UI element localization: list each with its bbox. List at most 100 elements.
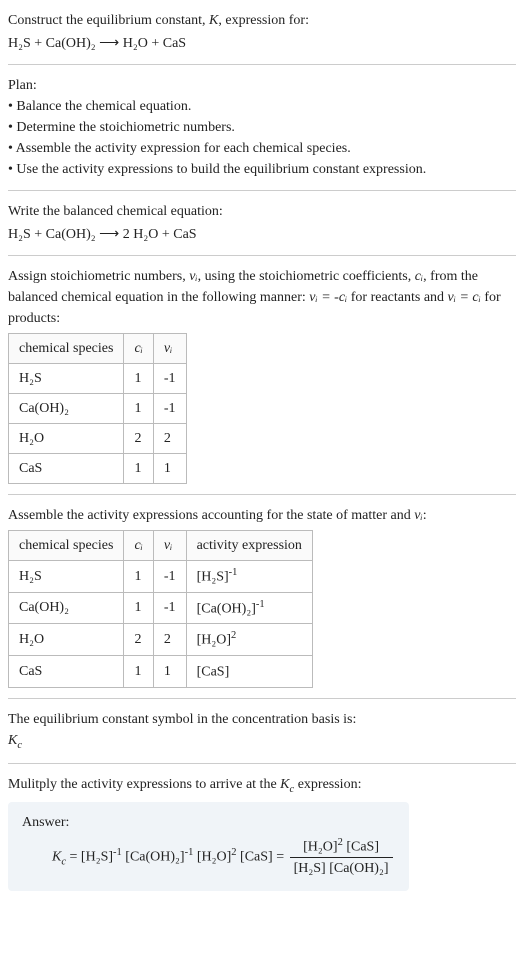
fraction-den: [H₂S] [Ca(OH)₂] [290, 858, 393, 879]
table-row: H₂S 1 -1 [9, 364, 187, 394]
f4: [CaS] [240, 849, 273, 864]
cell-ci: 2 [124, 424, 153, 454]
cell-ci: 1 [124, 364, 153, 394]
cell-activity: [H₂S]-1 [186, 561, 312, 593]
cell-vi: 2 [153, 624, 186, 656]
intro-eq-rhs: H₂O + CaS [123, 36, 186, 51]
answer-label: Answer: [22, 812, 395, 833]
col-ci: cᵢ [124, 531, 153, 561]
table-header-row: chemical species cᵢ νᵢ activity expressi… [9, 531, 313, 561]
plan-bullet-3: • Assemble the activity expression for e… [8, 138, 516, 159]
act-exp: -1 [256, 599, 265, 610]
act-base: [H₂O] [197, 633, 231, 648]
plan-heading: Plan: [8, 75, 516, 96]
intro-eq-lhs: H₂S + Ca(OH)₂ [8, 36, 96, 51]
act-base: [H₂S] [197, 570, 229, 585]
divider [8, 494, 516, 495]
cell-species: H₂S [9, 561, 124, 593]
intro-line: Construct the equilibrium constant, K, e… [8, 10, 516, 31]
fraction-num: [H₂O]2 [CaS] [290, 835, 393, 859]
assign-a: Assign stoichiometric numbers, [8, 269, 189, 284]
arrow-icon: ⟶ [99, 36, 119, 51]
assign-b: , using the stoichiometric coefficients, [198, 269, 415, 284]
kc-k: K [280, 777, 289, 792]
num-a: [H₂O] [303, 839, 337, 854]
col-activity: activity expression [186, 531, 312, 561]
kc-k: K [8, 733, 17, 748]
table-row: H₂S 1 -1 [H₂S]-1 [9, 561, 313, 593]
cell-species: Ca(OH)₂ [9, 394, 124, 424]
final-b: expression: [294, 777, 361, 792]
num-b: [CaS] [343, 839, 379, 854]
cell-ci: 1 [124, 592, 153, 624]
intro-K: K [209, 13, 218, 28]
cell-vi: -1 [153, 364, 186, 394]
fraction: [H₂O]2 [CaS] [H₂S] [Ca(OH)₂] [290, 835, 393, 880]
cell-activity: [CaS] [186, 655, 312, 687]
answer-box: Answer: Kc = [H₂S]-1 [Ca(OH)₂]-1 [H₂O]2 … [8, 802, 409, 892]
f3-exp: 2 [231, 847, 236, 858]
cell-vi: -1 [153, 394, 186, 424]
kc-k: K [52, 849, 61, 864]
assemble-b: : [423, 508, 427, 523]
cell-species: CaS [9, 655, 124, 687]
table-row: CaS 1 1 [9, 454, 187, 484]
cell-vi: -1 [153, 561, 186, 593]
final-heading: Mulitply the activity expressions to arr… [8, 774, 516, 798]
final-a: Mulitply the activity expressions to arr… [8, 777, 280, 792]
cell-species: Ca(OH)₂ [9, 592, 124, 624]
assemble-a: Assemble the activity expressions accoun… [8, 508, 414, 523]
table-header-row: chemical species cᵢ νᵢ [9, 334, 187, 364]
balanced-equation: H₂S + Ca(OH)₂ ⟶ 2 H₂O + CaS [8, 224, 516, 245]
symbol-line: The equilibrium constant symbol in the c… [8, 709, 516, 730]
plan-bullet-1: • Balance the chemical equation. [8, 96, 516, 117]
divider [8, 698, 516, 699]
rel1: νᵢ = -cᵢ [309, 290, 347, 305]
act-exp: -1 [229, 567, 238, 578]
intro-equation: H₂S + Ca(OH)₂ ⟶ H₂O + CaS [8, 33, 516, 54]
table-row: Ca(OH)₂ 1 -1 [9, 394, 187, 424]
assign-text: Assign stoichiometric numbers, νᵢ, using… [8, 266, 516, 329]
cell-ci: 1 [124, 454, 153, 484]
table-row: H₂O 2 2 [H₂O]2 [9, 624, 313, 656]
balanced-rhs: 2 H₂O + CaS [123, 227, 197, 242]
table-row: H₂O 2 2 [9, 424, 187, 454]
arrow-icon: ⟶ [99, 227, 119, 242]
balanced-heading: Write the balanced chemical equation: [8, 201, 516, 222]
kc-symbol: Kc [8, 730, 516, 754]
col-ci: cᵢ [124, 334, 153, 364]
cell-ci: 1 [124, 655, 153, 687]
act-base: [Ca(OH)₂] [197, 601, 256, 616]
cell-ci: 1 [124, 561, 153, 593]
f2: [Ca(OH)₂] [125, 849, 184, 864]
act-exp: 2 [231, 630, 236, 641]
activity-table: chemical species cᵢ νᵢ activity expressi… [8, 530, 313, 688]
cell-species: H₂O [9, 424, 124, 454]
intro-text-b: , expression for: [218, 13, 309, 28]
divider [8, 64, 516, 65]
act-base: [CaS] [197, 665, 230, 680]
table-row: CaS 1 1 [CaS] [9, 655, 313, 687]
cell-species: H₂O [9, 624, 124, 656]
col-vi: νᵢ [153, 531, 186, 561]
f2-exp: -1 [185, 847, 194, 858]
c-i: cᵢ [415, 269, 423, 284]
f1: [H₂S] [81, 849, 113, 864]
divider [8, 190, 516, 191]
col-species: chemical species [9, 531, 124, 561]
cell-species: CaS [9, 454, 124, 484]
nu-i: νᵢ [414, 508, 422, 523]
eq-sign-2: = [273, 849, 288, 864]
cell-vi: 2 [153, 424, 186, 454]
cell-activity: [H₂O]2 [186, 624, 312, 656]
balanced-lhs: H₂S + Ca(OH)₂ [8, 227, 96, 242]
f3: [H₂O] [197, 849, 231, 864]
answer-expression: Kc = [H₂S]-1 [Ca(OH)₂]-1 [H₂O]2 [CaS] = … [22, 835, 395, 880]
divider [8, 255, 516, 256]
cell-ci: 2 [124, 624, 153, 656]
cell-species: H₂S [9, 364, 124, 394]
cell-vi: -1 [153, 592, 186, 624]
assemble-text: Assemble the activity expressions accoun… [8, 505, 516, 526]
nu-i: νᵢ [189, 269, 197, 284]
cell-vi: 1 [153, 454, 186, 484]
